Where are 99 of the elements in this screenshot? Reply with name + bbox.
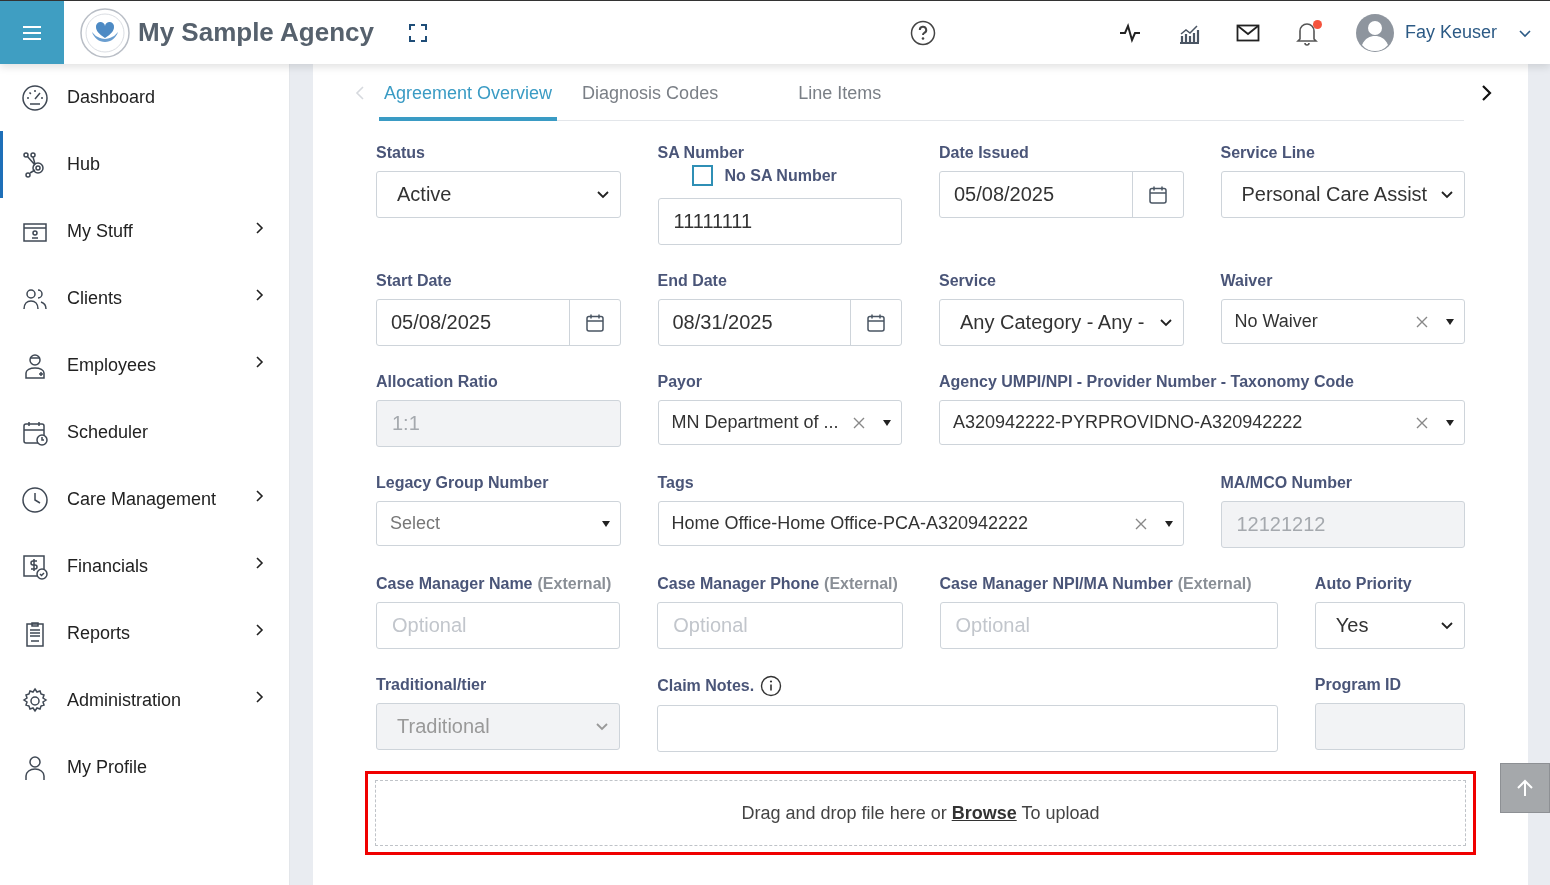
- sidebar-item[interactable]: Dashboard: [0, 64, 289, 131]
- field-label: Claim Notes.: [657, 675, 1278, 697]
- chevron-right-icon: [255, 555, 265, 570]
- checkbox[interactable]: [691, 165, 713, 186]
- field-label: Case Manager NPI/MA Number (External): [939, 574, 1253, 594]
- field-label: Payor: [657, 372, 703, 392]
- clear-icon[interactable]: [1134, 517, 1147, 530]
- fullscreen-icon[interactable]: [408, 22, 428, 43]
- text-field[interactable]: 11111111: [657, 198, 902, 245]
- tab[interactable]: Line Items: [793, 64, 887, 121]
- caret-icon: [1446, 419, 1454, 426]
- chevron-down-icon[interactable]: [1518, 27, 1532, 38]
- chevron-down-icon: [595, 721, 610, 732]
- field-label: Tags: [657, 473, 695, 493]
- dropdown-field[interactable]: Active: [376, 171, 621, 218]
- date-field[interactable]: 05/08/2025: [939, 171, 1184, 218]
- field-label: Service: [939, 271, 997, 291]
- checkbox-option[interactable]: No SA Number: [691, 165, 902, 186]
- sidebar-item[interactable]: Hub: [0, 131, 289, 198]
- field-label: SA Number: [657, 143, 746, 163]
- sidebar-item[interactable]: Administration: [0, 667, 289, 734]
- date-field[interactable]: 08/31/2025: [657, 299, 902, 346]
- text-field[interactable]: [657, 705, 1278, 752]
- caret-icon: [883, 419, 891, 426]
- text-field[interactable]: Optional: [657, 602, 903, 649]
- chevron-right-icon: [255, 488, 265, 503]
- chevron-down-icon: [595, 189, 610, 200]
- clear-icon[interactable]: [1416, 315, 1428, 328]
- chevron-right-icon[interactable]: [1480, 83, 1492, 102]
- sidebar-item[interactable]: Scheduler: [0, 399, 289, 466]
- text-field[interactable]: Optional: [376, 602, 621, 649]
- field-label: Case Manager Name (External): [376, 574, 613, 594]
- field-label: Service Line: [1220, 143, 1316, 163]
- field-label: Legacy Group Number: [376, 473, 550, 493]
- field-label: MA/MCO Number: [1220, 473, 1354, 493]
- sidebar-item[interactable]: Reports: [0, 600, 289, 667]
- combo-box[interactable]: Home Office-Home Office-PCA-A320942222: [657, 501, 1184, 546]
- sidebar-item[interactable]: Financials: [0, 533, 289, 600]
- field-label: Program ID: [1314, 675, 1403, 695]
- dropdown-field[interactable]: Any Category - Any -: [939, 299, 1184, 346]
- caret-icon: [601, 520, 610, 527]
- info-icon[interactable]: [760, 675, 783, 697]
- drop-zone[interactable]: Drag and drop file here or Browse To upload: [375, 780, 1466, 846]
- field-label: End Date: [657, 271, 728, 291]
- field-label: Agency UMPI/NPI - Provider Number - Taxonomy Code: [939, 372, 1355, 392]
- chevron-right-icon: [255, 287, 265, 302]
- field-label: Allocation Ratio: [376, 372, 499, 392]
- sidebar-item[interactable]: Employees: [0, 332, 289, 399]
- sidebar-item[interactable]: Care Management: [0, 466, 289, 533]
- text-field[interactable]: Optional: [939, 602, 1278, 649]
- calendar-icon: [584, 312, 605, 333]
- tab[interactable]: Diagnosis Codes: [577, 64, 724, 121]
- sidebar-item[interactable]: My Stuff: [0, 198, 289, 265]
- field-label: Auto Priority: [1314, 574, 1413, 594]
- dropdown-field[interactable]: Personal Care Assist: [1220, 171, 1465, 218]
- chevron-down-icon: [1440, 189, 1454, 200]
- arrow-up-icon: [1515, 778, 1535, 798]
- avatar-icon[interactable]: [1355, 13, 1394, 52]
- dollar-document-icon: [21, 552, 49, 581]
- combo-box[interactable]: A320942222-PYRPROVIDNO-A320942222: [939, 400, 1465, 445]
- calendar-icon: [866, 312, 886, 333]
- field-label: Start Date: [376, 271, 453, 291]
- caret-icon: [1164, 520, 1173, 527]
- menu-icon: [22, 24, 42, 41]
- menu-button[interactable]: [0, 1, 64, 64]
- field-label: Waiver: [1220, 271, 1274, 291]
- clock-icon: [21, 485, 49, 514]
- help-icon[interactable]: [910, 19, 936, 46]
- upload-instructions: Drag and drop file here or Browse To upload: [741, 802, 1100, 824]
- dropdown-field[interactable]: Yes: [1314, 602, 1465, 649]
- caret-icon: [1446, 318, 1454, 325]
- scroll-top-button[interactable]: [1500, 763, 1550, 813]
- mail-icon[interactable]: [1235, 22, 1260, 43]
- clear-icon[interactable]: [853, 416, 865, 429]
- combo-box[interactable]: MN Department of ...: [657, 400, 902, 445]
- browse-link[interactable]: Browse: [951, 802, 1017, 823]
- gear-icon: [21, 686, 49, 715]
- chevron-right-icon: [255, 354, 265, 369]
- clear-icon[interactable]: [1416, 416, 1428, 429]
- calendar-icon: [1147, 184, 1168, 205]
- chevron-right-icon: [255, 689, 265, 704]
- field-label: Case Manager Phone (External): [657, 574, 899, 594]
- gauge-icon: [21, 83, 49, 112]
- agency-name: My Sample Agency: [138, 17, 374, 48]
- field-label: Date Issued: [939, 143, 1030, 163]
- date-field[interactable]: 05/08/2025: [376, 299, 621, 346]
- chevron-right-icon: [255, 220, 265, 235]
- chevron-right-icon: [255, 622, 265, 637]
- notifications-button[interactable]: [1294, 19, 1319, 46]
- combo-box[interactable]: Select: [376, 501, 621, 546]
- chevron-down-icon: [1440, 620, 1454, 631]
- user-name[interactable]: Fay Keuser: [1404, 22, 1497, 43]
- sidebar-item[interactable]: My Profile: [0, 734, 289, 801]
- chevron-down-icon: [1158, 317, 1173, 328]
- combo-box[interactable]: No Waiver: [1220, 299, 1465, 344]
- field-label: Traditional/tier: [376, 675, 488, 695]
- field-label: Status: [376, 143, 426, 163]
- logo-icon: [80, 7, 130, 58]
- sidebar-item[interactable]: Clients: [0, 265, 289, 332]
